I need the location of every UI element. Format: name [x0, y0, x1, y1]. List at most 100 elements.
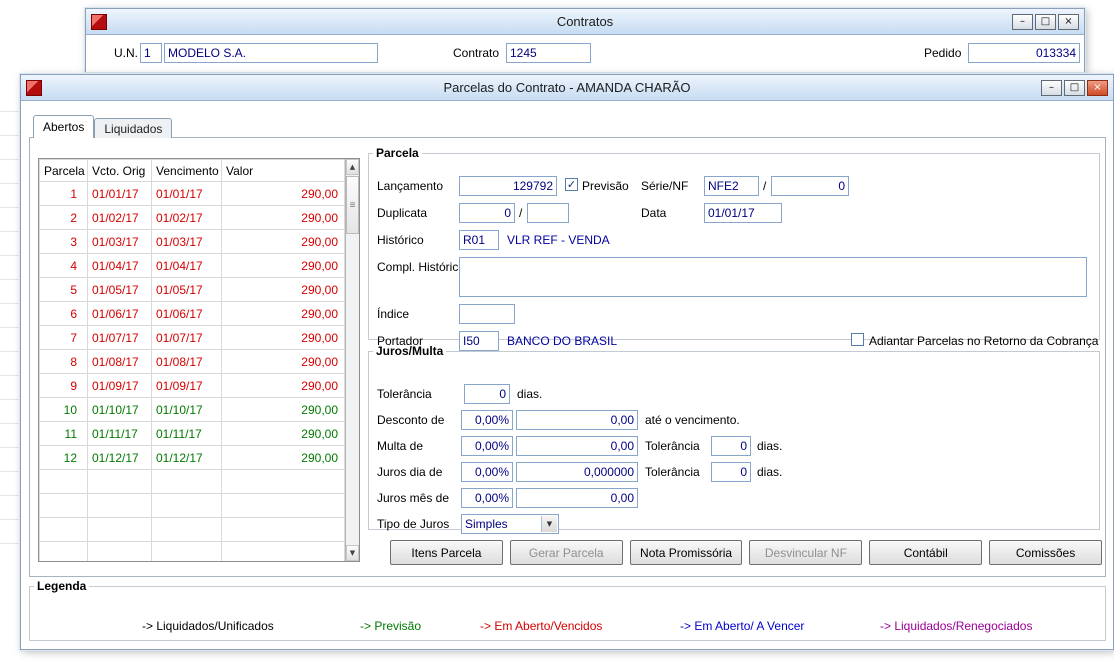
table-row[interactable]: 5 01/05/17 01/05/17 290,00	[39, 277, 345, 302]
table-cell[interactable]: 01/12/17	[151, 445, 222, 470]
minimize-icon[interactable]: –	[1041, 79, 1062, 96]
historico-code-field[interactable]: R01	[459, 230, 499, 250]
nf-field[interactable]: 0	[771, 176, 849, 196]
scroll-down-icon[interactable]: ▼	[346, 545, 359, 561]
table-cell[interactable]: 01/05/17	[87, 277, 152, 302]
table-cell[interactable]: 290,00	[221, 253, 345, 278]
table-cell[interactable]: 01/03/17	[151, 229, 222, 254]
table-cell[interactable]: 12	[39, 445, 88, 470]
table-cell[interactable]: 290,00	[221, 325, 345, 350]
contrato-field[interactable]: 1245	[506, 43, 591, 63]
table-row[interactable]: 6 01/06/17 01/06/17 290,00	[39, 301, 345, 326]
table-cell[interactable]: 290,00	[221, 205, 345, 230]
table-cell[interactable]: 290,00	[221, 445, 345, 470]
table-cell[interactable]: 01/08/17	[151, 349, 222, 374]
tipo-juros-select[interactable]: Simples ▼	[461, 514, 559, 534]
un-code-field[interactable]: 1	[140, 43, 162, 63]
tab-abertos[interactable]: Abertos	[33, 115, 95, 138]
table-cell[interactable]: 01/01/17	[151, 181, 222, 206]
table-cell[interactable]: 01/10/17	[87, 397, 152, 422]
table-cell[interactable]: 8	[39, 349, 88, 374]
pedido-field[interactable]: 013334	[968, 43, 1080, 63]
minimize-icon[interactable]: –	[1012, 13, 1033, 30]
itens-parcela-button[interactable]: Itens Parcela	[390, 540, 503, 565]
table-cell[interactable]: 01/11/17	[87, 421, 152, 446]
contratos-titlebar[interactable]: Contratos – □ ×	[86, 9, 1084, 35]
table-cell[interactable]: 2	[39, 205, 88, 230]
table-cell[interactable]: 01/03/17	[87, 229, 152, 254]
scroll-up-icon[interactable]: ▲	[346, 159, 359, 175]
table-row[interactable]: 3 01/03/17 01/03/17 290,00	[39, 229, 345, 254]
table-row[interactable]: 8 01/08/17 01/08/17 290,00	[39, 349, 345, 374]
juros-dia-tolerancia-field[interactable]: 0	[711, 462, 751, 482]
multa-tolerancia-field[interactable]: 0	[711, 436, 751, 456]
serie-field[interactable]: NFE2	[704, 176, 759, 196]
table-row[interactable]: 2 01/02/17 01/02/17 290,00	[39, 205, 345, 230]
table-cell[interactable]: 290,00	[221, 181, 345, 206]
table-cell[interactable]: 01/02/17	[87, 205, 152, 230]
desconto-value-field[interactable]: 0,00	[516, 410, 638, 430]
table-cell[interactable]: 9	[39, 373, 88, 398]
tolerancia-field[interactable]: 0	[464, 384, 510, 404]
table-row[interactable]: 9 01/09/17 01/09/17 290,00	[39, 373, 345, 398]
data-field[interactable]: 01/01/17	[704, 203, 782, 223]
table-cell[interactable]: 290,00	[221, 421, 345, 446]
table-cell[interactable]: 01/06/17	[87, 301, 152, 326]
table-cell[interactable]: 01/08/17	[87, 349, 152, 374]
table-cell[interactable]: 3	[39, 229, 88, 254]
table-cell[interactable]: 11	[39, 421, 88, 446]
indice-field[interactable]	[459, 304, 515, 324]
juros-mes-pct-field[interactable]: 0,00%	[461, 488, 513, 508]
table-cell[interactable]: 01/09/17	[151, 373, 222, 398]
table-cell[interactable]: 01/06/17	[151, 301, 222, 326]
scrollbar-track[interactable]	[346, 235, 359, 545]
table-cell[interactable]: 01/11/17	[151, 421, 222, 446]
compl-historico-field[interactable]	[459, 257, 1087, 297]
table-cell[interactable]: 6	[39, 301, 88, 326]
table-cell[interactable]: 01/05/17	[151, 277, 222, 302]
table-cell[interactable]: 290,00	[221, 349, 345, 374]
juros-dia-pct-field[interactable]: 0,00%	[461, 462, 513, 482]
close-icon[interactable]: ×	[1087, 79, 1108, 96]
table-row[interactable]: 11 01/11/17 01/11/17 290,00	[39, 421, 345, 446]
table-cell[interactable]: 01/07/17	[151, 325, 222, 350]
parcelas-titlebar[interactable]: Parcelas do Contrato - AMANDA CHARÃO – □…	[21, 75, 1113, 101]
desconto-pct-field[interactable]: 0,00%	[461, 410, 513, 430]
table-cell[interactable]: 01/04/17	[87, 253, 152, 278]
nota-promissoria-button[interactable]: Nota Promissória	[629, 540, 743, 565]
table-cell[interactable]: 7	[39, 325, 88, 350]
table-cell[interactable]: 01/07/17	[87, 325, 152, 350]
juros-dia-value-field[interactable]: 0,000000	[516, 462, 638, 482]
table-cell[interactable]: 01/02/17	[151, 205, 222, 230]
previsao-checkbox[interactable]: ✓	[565, 178, 578, 191]
gerar-parcela-button[interactable]: Gerar Parcela	[509, 540, 623, 565]
table-cell[interactable]: 290,00	[221, 301, 345, 326]
lancamento-field[interactable]: 129792	[459, 176, 557, 196]
scrollbar-thumb[interactable]: ≡	[346, 176, 359, 234]
table-cell[interactable]: 01/09/17	[87, 373, 152, 398]
table-cell[interactable]: 1	[39, 181, 88, 206]
duplicata-seq-field[interactable]	[527, 203, 569, 223]
table-cell[interactable]: 4	[39, 253, 88, 278]
vertical-scrollbar[interactable]: ▲ ≡ ▼	[345, 159, 359, 561]
un-name-field[interactable]: MODELO S.A.	[164, 43, 378, 63]
juros-mes-value-field[interactable]: 0,00	[516, 488, 638, 508]
contabil-button[interactable]: Contábil	[869, 540, 983, 565]
maximize-icon[interactable]: □	[1035, 13, 1056, 30]
maximize-icon[interactable]: □	[1064, 79, 1085, 96]
multa-pct-field[interactable]: 0,00%	[461, 436, 513, 456]
table-cell[interactable]: 5	[39, 277, 88, 302]
desvincular-nf-button[interactable]: Desvincular NF	[749, 540, 863, 565]
close-icon[interactable]: ×	[1058, 13, 1079, 30]
table-cell[interactable]: 290,00	[221, 373, 345, 398]
table-row[interactable]: 7 01/07/17 01/07/17 290,00	[39, 325, 345, 350]
table-row[interactable]: 12 01/12/17 01/12/17 290,00	[39, 445, 345, 470]
multa-value-field[interactable]: 0,00	[516, 436, 638, 456]
table-cell[interactable]: 01/12/17	[87, 445, 152, 470]
table-cell[interactable]: 290,00	[221, 277, 345, 302]
table-cell[interactable]: 01/10/17	[151, 397, 222, 422]
duplicata-field[interactable]: 0	[459, 203, 515, 223]
tab-liquidados[interactable]: Liquidados	[94, 118, 173, 138]
table-cell[interactable]: 01/04/17	[151, 253, 222, 278]
table-cell[interactable]: 290,00	[221, 397, 345, 422]
